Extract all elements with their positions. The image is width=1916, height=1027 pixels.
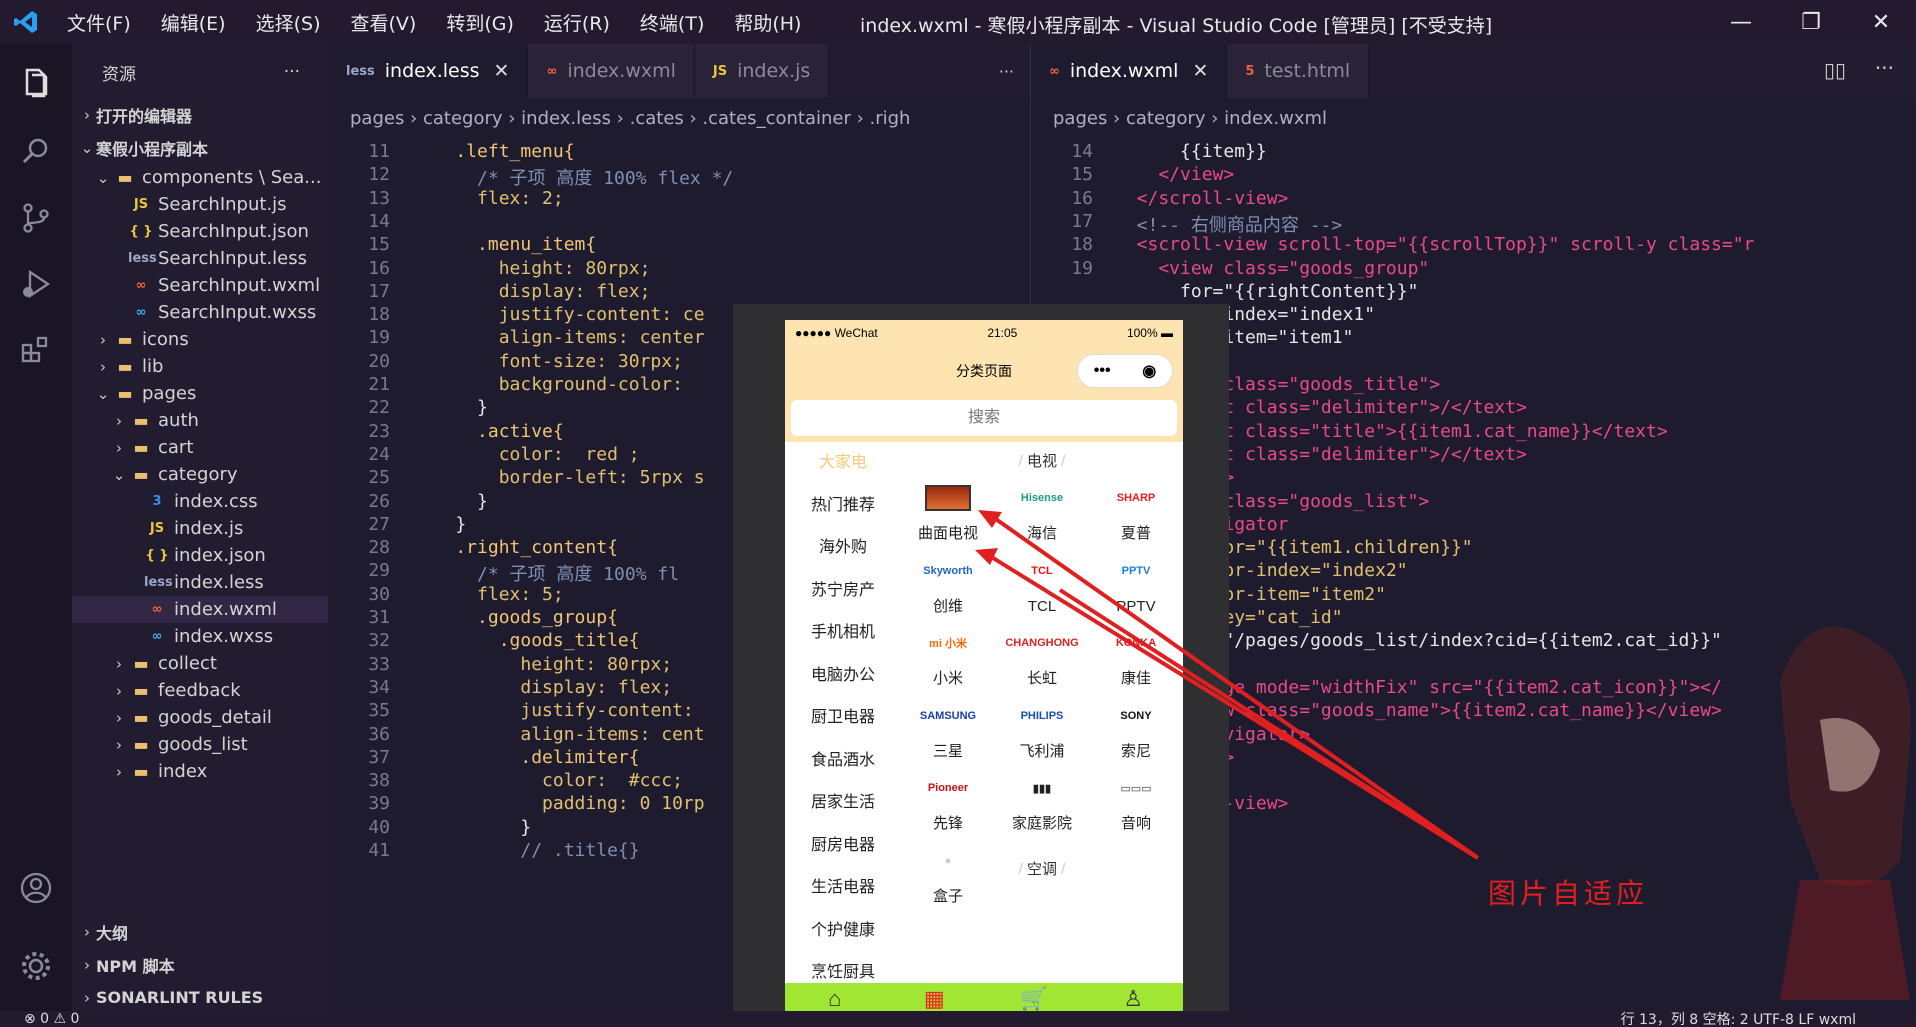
problems-indicator[interactable]: ⊗ 0 ⚠ 0 — [24, 1011, 79, 1027]
vscode-window: 文件(F) 编辑(E) 选择(S) 查看(V) 转到(G) 运行(R) 终端(T) 帮助(H)… — [0, 0, 1916, 1027]
editor-status[interactable]: 行 13，列 8 空格: 2 UTF-8 LF wxml — [1621, 1011, 1856, 1027]
status-bar: ⊗ 0 ⚠ 0 行 13，列 8 空格: 2 UTF-8 LF wxml — [0, 1011, 1916, 1027]
annotation-label: 图片自适应 — [1488, 877, 1649, 910]
